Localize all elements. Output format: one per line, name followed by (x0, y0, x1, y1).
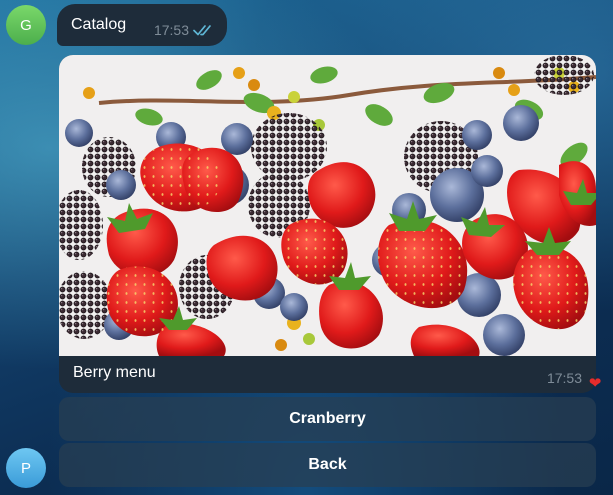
photo-message-time: 17:53 (546, 370, 582, 386)
message-text: Catalog (71, 16, 127, 33)
message-bubble-photo[interactable]: Berry menu 17:53 (59, 55, 596, 393)
heart-reaction-icon[interactable]: ❤ (584, 372, 606, 394)
photo-caption: Berry menu (73, 364, 156, 381)
inline-button-label: Cranberry (289, 410, 366, 427)
message-meta: 17:53 (154, 22, 215, 38)
double-check-icon (193, 25, 211, 36)
avatar-letter: G (20, 16, 32, 34)
user-avatar[interactable]: P (6, 448, 46, 488)
sender-avatar[interactable]: G (6, 5, 46, 45)
inline-button-cranberry[interactable]: Cranberry (59, 397, 596, 441)
avatar-letter: P (20, 459, 31, 477)
inline-button-back[interactable]: Back (59, 443, 596, 487)
berries-photo[interactable] (59, 55, 596, 356)
reaction-glyph: ❤ (588, 375, 602, 392)
message-time: 17:53 (153, 22, 189, 38)
message-bubble-catalog[interactable]: Catalog 17:53 (57, 4, 227, 46)
inline-button-label: Back (308, 456, 347, 473)
